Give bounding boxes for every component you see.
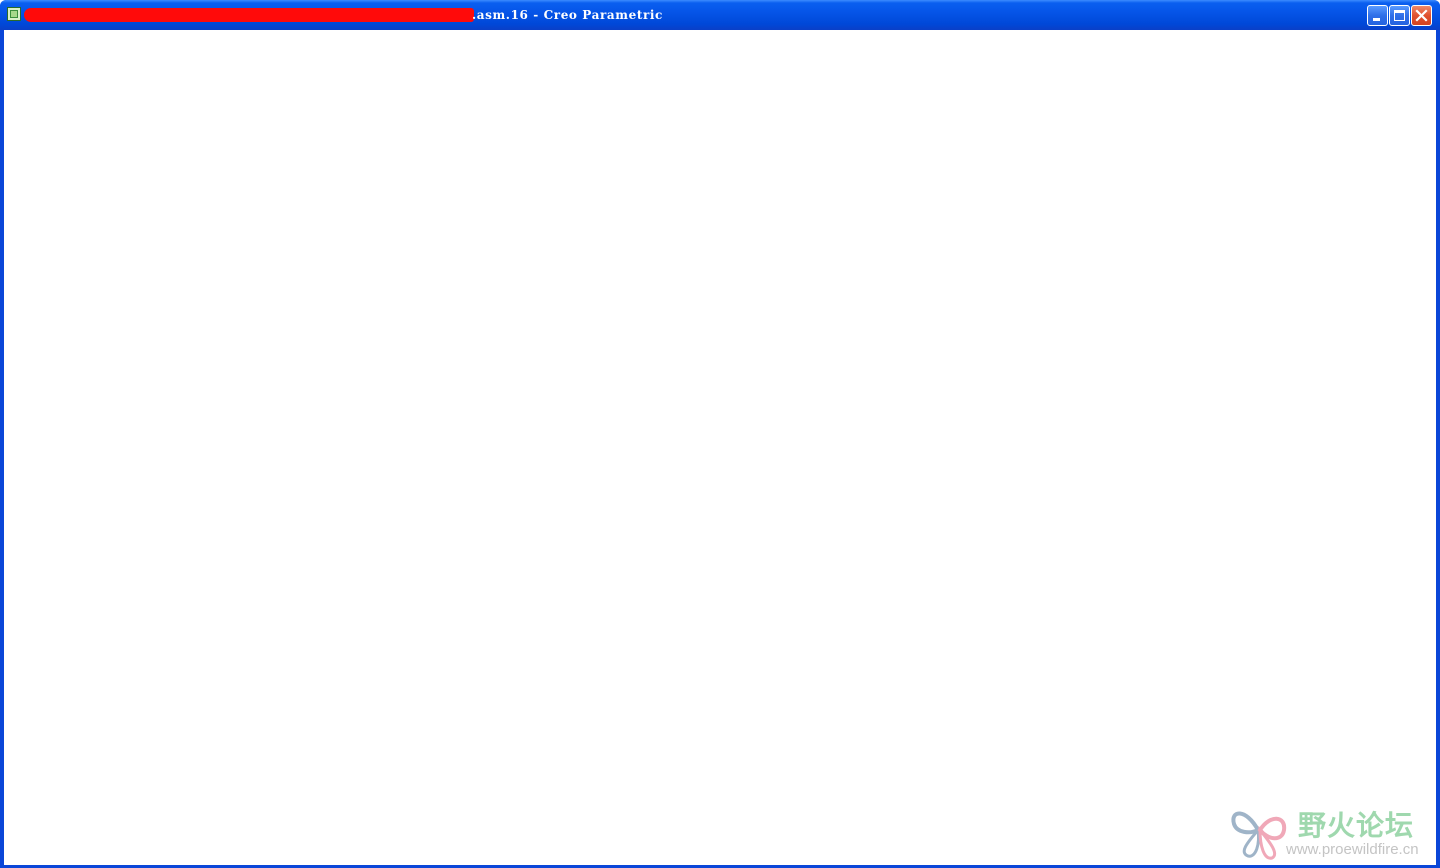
maximize-icon bbox=[1394, 10, 1405, 21]
minimize-icon bbox=[1373, 18, 1380, 21]
app-icon[interactable] bbox=[7, 7, 21, 21]
window-title: .asm.16 - Creo Parametric bbox=[472, 8, 663, 22]
watermark-url: www.proewildfire.cn bbox=[1286, 841, 1419, 858]
watermark: 野火论坛 www.proewildfire.cn bbox=[1228, 800, 1438, 862]
graphics-area[interactable] bbox=[4, 30, 1436, 865]
title-bar[interactable]: .asm.16 - Creo Parametric bbox=[0, 0, 1440, 30]
app-window: .asm.16 - Creo Parametric 野火论坛 www.proew… bbox=[0, 0, 1440, 868]
close-button[interactable] bbox=[1411, 5, 1432, 26]
minimize-button[interactable] bbox=[1367, 5, 1388, 26]
close-icon bbox=[1415, 9, 1428, 22]
maximize-button[interactable] bbox=[1389, 5, 1410, 26]
butterfly-logo-icon bbox=[1231, 811, 1287, 860]
watermark-name: 野火论坛 bbox=[1298, 809, 1415, 842]
redacted-filename bbox=[24, 8, 474, 22]
